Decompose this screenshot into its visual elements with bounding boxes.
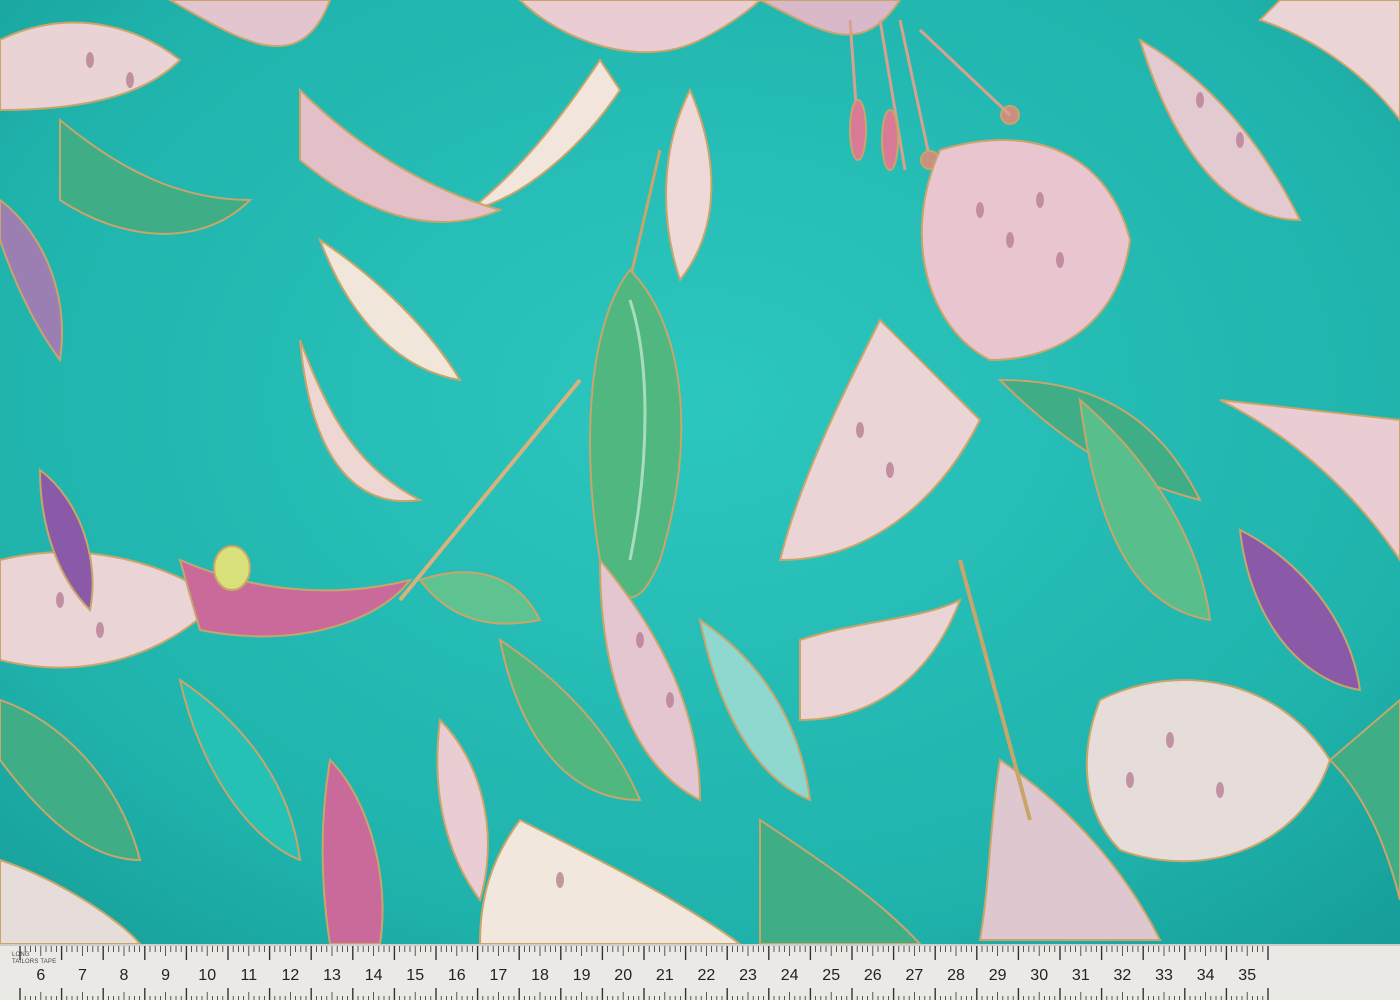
tape-number: 23 [739,967,757,984]
tape-brand-top: LONG [12,952,30,958]
tape-number: 13 [323,967,341,984]
tailors-tape: 6 7 8 9 10 11 12 13 14 15 16 17 18 19 20 21 22 23 24 25 26 27… [0,944,1400,1000]
tape-number: 25 [822,967,840,984]
tape-number: 28 [947,967,965,984]
tape-number: 6 [36,967,45,984]
tape-number: 12 [282,967,300,984]
tape-number: 14 [365,967,383,984]
tape-number: 35 [1238,967,1256,984]
tape-number: 33 [1155,967,1173,984]
tape-number: 9 [161,967,170,984]
tape-number: 17 [490,967,508,984]
tape-number: 15 [406,967,424,984]
tape-number: 29 [989,967,1007,984]
tape-number: 7 [78,967,87,984]
tape-numbers: 6 7 8 9 10 11 12 13 14 15 16 17 18 19 20 21 22 23 24 25 26 27… [36,967,1256,984]
tape-number: 20 [614,967,632,984]
tape-number: 32 [1114,967,1132,984]
tape-number: 19 [573,967,591,984]
lily-print-fabric [0,0,1400,1000]
tape-brand-bottom: TAILORS TAPE [12,959,57,965]
tape-number: 27 [906,967,924,984]
tape-number: 30 [1030,967,1048,984]
tape-number: 22 [698,967,716,984]
tape-number: 10 [198,967,216,984]
tape-number: 34 [1197,967,1215,984]
tape-number: 8 [120,967,129,984]
tape-number: 26 [864,967,882,984]
tape-number: 11 [240,967,257,984]
tape-number: 31 [1072,967,1090,984]
tape-scale: 6 7 8 9 10 11 12 13 14 15 16 17 18 19 20 21 22 23 24 25 26 27… [19,946,1269,1000]
tape-number: 24 [781,967,799,984]
tape-number: 21 [656,967,674,984]
tape-brand: LONG TAILORS TAPE [12,952,56,966]
fabric-photo: 6 7 8 9 10 11 12 13 14 15 16 17 18 19 20 21 22 23 24 25 26 27… [0,0,1400,1000]
tape-number: 18 [531,967,549,984]
tape-number: 16 [448,967,466,984]
